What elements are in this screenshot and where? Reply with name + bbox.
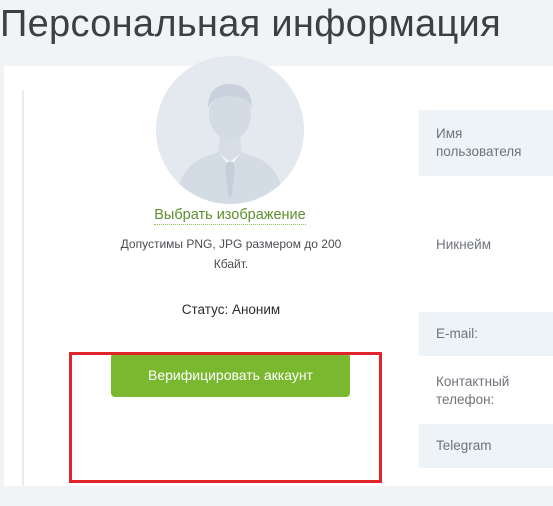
username-label-line-1: Имя: [436, 126, 463, 141]
status-text: Статус: Аноним: [181, 302, 281, 317]
username-label-line-2: пользователя: [436, 144, 522, 159]
choose-image-link[interactable]: Выбрать изображение: [130, 207, 330, 225]
choose-image-label: Выбрать изображение: [154, 207, 306, 225]
card-divider: [22, 90, 24, 486]
image-hint-line-1: Допустимы PNG, JPG размером до 200: [120, 237, 342, 251]
highlight-box: [69, 352, 382, 483]
user-silhouette-icon: [156, 56, 304, 204]
avatar[interactable]: [156, 56, 304, 204]
username-label: Имя пользователя: [419, 110, 553, 176]
phone-label-line-1: Контактный: [436, 374, 510, 389]
nickname-label: Никнейм: [436, 237, 491, 252]
image-hint: Допустимы PNG, JPG размером до 200 Кбайт…: [100, 234, 362, 274]
email-label: E-mail:: [419, 312, 553, 356]
phone-label: Контактный телефон:: [419, 370, 553, 412]
image-hint-line-2: Кбайт.: [213, 257, 249, 271]
telegram-label: Telegram: [419, 424, 553, 468]
page-title: Персональная информация: [0, 3, 501, 45]
phone-label-line-2: телефон:: [436, 392, 495, 407]
